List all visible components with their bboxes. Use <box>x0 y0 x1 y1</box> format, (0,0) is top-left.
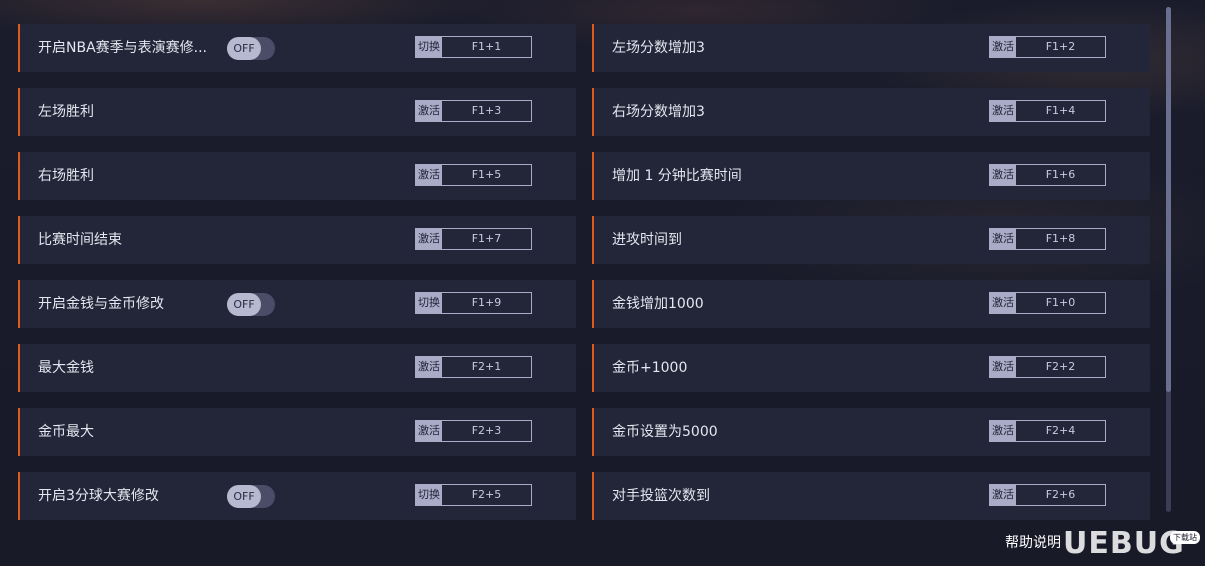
hotkey-row: 金钱增加1000 激活 F1+0 <box>592 280 1150 328</box>
hotkey-combo: F1+6 <box>1045 168 1076 181</box>
hotkey-button[interactable]: 激活 F2+6 <box>989 484 1106 506</box>
hotkey-button[interactable]: 切换 F2+5 <box>415 484 532 506</box>
hotkey-combo: F1+0 <box>1045 296 1076 309</box>
toggle-switch[interactable]: OFF <box>227 293 275 316</box>
hotkey-row: 金币最大 激活 F2+3 <box>18 408 576 456</box>
hotkey-row: 金币设置为5000 激活 F2+4 <box>592 408 1150 456</box>
hotkey-button[interactable]: 激活 F2+4 <box>989 420 1106 442</box>
hotkey-label: 对手投篮次数到 <box>612 488 710 504</box>
hotkey-button[interactable]: 切换 F1+9 <box>415 292 532 314</box>
hotkey-action-tag: 切换 <box>416 37 442 57</box>
hotkey-row: 开启金钱与金币修改 OFF 切换 F1+9 <box>18 280 576 328</box>
hotkey-row: 对手投篮次数到 激活 F2+6 <box>592 472 1150 520</box>
help-link[interactable]: 帮助说明 <box>1005 532 1061 552</box>
hotkey-label: 开启3分球大赛修改 <box>38 488 159 504</box>
hotkey-action-tag: 激活 <box>416 101 442 121</box>
hotkey-combo: F1+9 <box>471 296 502 309</box>
hotkey-action-tag: 激活 <box>990 165 1016 185</box>
toggle-state: OFF <box>227 37 261 60</box>
hotkey-button[interactable]: 激活 F2+3 <box>415 420 532 442</box>
hotkey-label: 增加 1 分钟比赛时间 <box>612 168 742 184</box>
hotkey-combo: F2+6 <box>1045 488 1076 501</box>
toggle-state: OFF <box>227 293 261 316</box>
watermark-logo: UEBUG <box>1063 526 1185 561</box>
hotkey-row: 右场胜利 激活 F1+5 <box>18 152 576 200</box>
hotkey-label: 左场胜利 <box>38 104 94 120</box>
hotkey-label: 左场分数增加3 <box>612 40 705 56</box>
hotkey-action-tag: 激活 <box>416 165 442 185</box>
scrollbar[interactable] <box>1166 7 1171 512</box>
hotkey-combo: F2+3 <box>471 424 502 437</box>
hotkey-button[interactable]: 激活 F1+0 <box>989 292 1106 314</box>
hotkey-button[interactable]: 激活 F1+5 <box>415 164 532 186</box>
hotkey-action-tag: 激活 <box>990 485 1016 505</box>
hotkey-button[interactable]: 激活 F2+2 <box>989 356 1106 378</box>
hotkey-combo: F2+4 <box>1045 424 1076 437</box>
hotkey-action-tag: 激活 <box>990 293 1016 313</box>
hotkey-button[interactable]: 激活 F1+3 <box>415 100 532 122</box>
hotkey-combo: F2+5 <box>471 488 502 501</box>
hotkey-label: 金币+1000 <box>612 360 688 376</box>
hotkey-combo: F1+2 <box>1045 40 1076 53</box>
hotkey-label: 开启金钱与金币修改 <box>38 296 164 312</box>
hotkey-action-tag: 激活 <box>990 357 1016 377</box>
hotkey-label: 右场分数增加3 <box>612 104 705 120</box>
hotkey-row: 左场分数增加3 激活 F1+2 <box>592 24 1150 72</box>
hotkey-label: 右场胜利 <box>38 168 94 184</box>
hotkey-row: 开启3分球大赛修改 OFF 切换 F2+5 <box>18 472 576 520</box>
hotkey-row: 比赛时间结束 激活 F1+7 <box>18 216 576 264</box>
hotkey-row: 开启NBA赛季与表演赛修... OFF 切换 F1+1 <box>18 24 576 72</box>
hotkey-row: 增加 1 分钟比赛时间 激活 F1+6 <box>592 152 1150 200</box>
hotkey-row: 金币+1000 激活 F2+2 <box>592 344 1150 392</box>
hotkey-label: 进攻时间到 <box>612 232 682 248</box>
hotkey-action-tag: 激活 <box>416 357 442 377</box>
watermark-tag: 下载站 <box>1170 531 1200 544</box>
hotkey-row: 进攻时间到 激活 F1+8 <box>592 216 1150 264</box>
hotkey-label: 开启NBA赛季与表演赛修... <box>38 40 208 56</box>
hotkey-action-tag: 切换 <box>416 293 442 313</box>
hotkey-label: 金币最大 <box>38 424 94 440</box>
hotkey-button[interactable]: 激活 F2+1 <box>415 356 532 378</box>
hotkey-button[interactable]: 激活 F1+8 <box>989 228 1106 250</box>
hotkey-action-tag: 激活 <box>990 101 1016 121</box>
hotkey-label: 金币设置为5000 <box>612 424 718 440</box>
hotkey-label: 金钱增加1000 <box>612 296 704 312</box>
hotkey-action-tag: 切换 <box>416 485 442 505</box>
hotkey-action-tag: 激活 <box>990 229 1016 249</box>
hotkey-button[interactable]: 激活 F1+6 <box>989 164 1106 186</box>
hotkey-button[interactable]: 激活 F1+4 <box>989 100 1106 122</box>
hotkey-combo: F1+3 <box>471 104 502 117</box>
hotkey-row: 左场胜利 激活 F1+3 <box>18 88 576 136</box>
toggle-switch[interactable]: OFF <box>227 485 275 508</box>
hotkey-label: 最大金钱 <box>38 360 94 376</box>
toggle-state: OFF <box>227 485 261 508</box>
hotkey-row: 最大金钱 激活 F2+1 <box>18 344 576 392</box>
hotkey-action-tag: 激活 <box>990 421 1016 441</box>
hotkey-label: 比赛时间结束 <box>38 232 122 248</box>
hotkey-combo: F1+5 <box>471 168 502 181</box>
hotkey-action-tag: 激活 <box>416 229 442 249</box>
toggle-switch[interactable]: OFF <box>227 37 275 60</box>
hotkey-combo: F1+1 <box>471 40 502 53</box>
hotkey-button[interactable]: 激活 F1+7 <box>415 228 532 250</box>
scrollbar-thumb[interactable] <box>1166 7 1171 392</box>
hotkey-action-tag: 激活 <box>990 37 1016 57</box>
hotkey-combo: F2+2 <box>1045 360 1076 373</box>
hotkey-combo: F1+7 <box>471 232 502 245</box>
hotkey-combo: F1+4 <box>1045 104 1076 117</box>
hotkey-action-tag: 激活 <box>416 421 442 441</box>
hotkey-row: 右场分数增加3 激活 F1+4 <box>592 88 1150 136</box>
hotkey-button[interactable]: 激活 F1+2 <box>989 36 1106 58</box>
hotkey-combo: F1+8 <box>1045 232 1076 245</box>
hotkey-combo: F2+1 <box>471 360 502 373</box>
hotkey-button[interactable]: 切换 F1+1 <box>415 36 532 58</box>
